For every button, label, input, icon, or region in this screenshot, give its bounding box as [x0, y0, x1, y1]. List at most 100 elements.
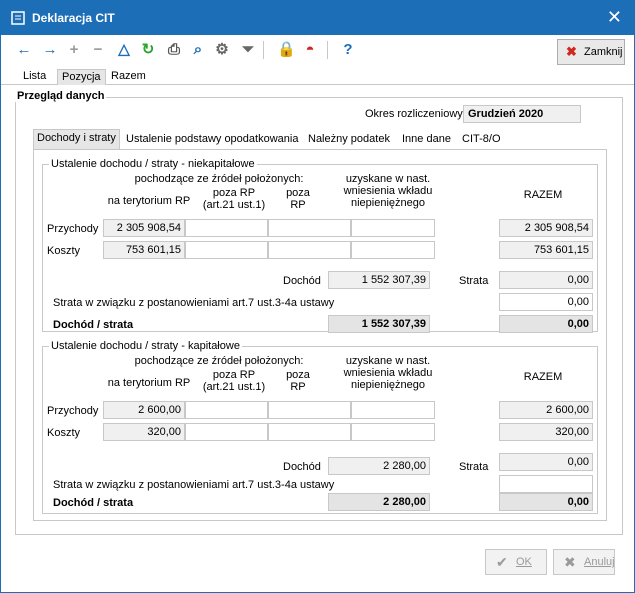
income-loss-field[interactable]: 1 552 307,39: [328, 315, 430, 333]
brush-icon[interactable]: ◓: [301, 41, 319, 59]
inner-tabs: Dochody i straty Ustalenie podstawy opod…: [33, 129, 515, 149]
overview-title: Przegląd danych: [15, 90, 107, 102]
toolbar-separator: [327, 41, 328, 59]
search-icon[interactable]: ⌕: [189, 41, 207, 59]
dialog-window: Deklaracja CIT ✕ ← → + − △ ↻ ⎙ ⌕ ⚙ ⏷ 🔒 ◓…: [0, 0, 635, 593]
filter-icon[interactable]: ⏷: [239, 41, 257, 59]
revenue-total-field[interactable]: 2 305 908,54: [499, 219, 593, 237]
tab-page-dochody: Ustalenie dochodu / straty - niekapitało…: [33, 149, 607, 521]
revenue-abroad-art21-field[interactable]: [185, 219, 268, 237]
income-field[interactable]: 1 552 307,39: [328, 271, 430, 289]
header-abroad-art21: poza RP (art.21 ust.1): [202, 187, 266, 211]
revenue-total-field[interactable]: 2 600,00: [499, 401, 593, 419]
close-button-label: Zamknij: [584, 46, 623, 58]
arrow-left-icon[interactable]: ←: [15, 41, 33, 59]
revenue-contribution-field[interactable]: [351, 401, 435, 419]
costs-total-field[interactable]: 320,00: [499, 423, 593, 441]
help-icon[interactable]: ?: [339, 41, 357, 59]
close-icon[interactable]: ✕: [607, 7, 622, 27]
arrow-right-icon[interactable]: →: [41, 41, 59, 59]
revenue-domestic-field[interactable]: 2 305 908,54: [103, 219, 185, 237]
header-contribution: uzyskane w nast. wniesienia wkładu niepi…: [343, 173, 433, 209]
loss-art7-label: Strata w związku z postanowieniami art.7…: [53, 297, 335, 309]
loss-field[interactable]: 0,00: [499, 271, 593, 289]
revenue-abroad-field[interactable]: [268, 219, 351, 237]
section-niekapitalowe: Ustalenie dochodu / straty - niekapitało…: [42, 158, 598, 333]
ok-button-label: OK: [516, 556, 532, 568]
revenue-label: Przychody: [47, 405, 99, 417]
section-kapitalowe: Ustalenie dochodu / straty - kapitałowe …: [42, 340, 598, 514]
costs-domestic-field[interactable]: 753 601,15: [103, 241, 185, 259]
revenue-abroad-art21-field[interactable]: [185, 401, 268, 419]
minus-icon[interactable]: −: [89, 41, 107, 59]
loss-art7-field[interactable]: [499, 475, 593, 493]
header-domestic: na terytorium RP: [107, 195, 191, 207]
income-loss-label: Dochód / strata: [53, 497, 134, 509]
tab-dochody-i-straty[interactable]: Dochody i straty: [33, 129, 120, 149]
header-contribution: uzyskane w nast. wniesienia wkładu niepi…: [343, 355, 433, 391]
header-domestic: na terytorium RP: [107, 377, 191, 389]
triangle-icon[interactable]: △: [115, 41, 133, 59]
refresh-icon[interactable]: ↻: [139, 41, 157, 59]
tab-razem[interactable]: Razem: [107, 69, 150, 85]
income-label: Dochód: [283, 461, 321, 473]
tab-nalezny-podatek[interactable]: Należny podatek: [305, 131, 393, 149]
tab-lista[interactable]: Lista: [19, 69, 50, 85]
top-tabs: Lista Pozycja Razem: [1, 67, 634, 85]
loss-label: Strata: [459, 275, 489, 287]
revenue-contribution-field[interactable]: [351, 219, 435, 237]
costs-abroad-field[interactable]: [268, 241, 351, 259]
app-icon: [11, 11, 25, 25]
section-title: Ustalenie dochodu / straty - kapitałowe: [49, 340, 242, 352]
tab-pozycja[interactable]: Pozycja: [57, 69, 106, 85]
cancel-x-icon: ✖: [564, 554, 576, 570]
toolbar: ← → + − △ ↻ ⎙ ⌕ ⚙ ⏷ 🔒 ◓ ?: [1, 35, 634, 65]
income-loss-label: Dochód / strata: [53, 319, 134, 331]
loss-label: Strata: [459, 461, 489, 473]
content-area: Przegląd danych Okres rozliczeniowy Grud…: [7, 87, 629, 547]
period-field[interactable]: Grudzień 2020: [463, 105, 581, 123]
costs-abroad-art21-field[interactable]: [185, 241, 268, 259]
close-button[interactable]: ✖ Zamknij: [557, 39, 625, 65]
revenue-domestic-field[interactable]: 2 600,00: [103, 401, 185, 419]
period-label: Okres rozliczeniowy: [365, 108, 463, 120]
header-source-group: pochodzące ze źródeł położonych:: [134, 173, 304, 185]
tab-ustalenie-podstawy[interactable]: Ustalenie podstawy opodatkowania: [123, 131, 301, 149]
cancel-button-label: Anuluj: [584, 556, 615, 568]
header-total: RAZEM: [523, 371, 563, 383]
costs-label: Koszty: [47, 245, 81, 257]
close-x-icon: ✖: [566, 44, 577, 59]
tab-inne-dane[interactable]: Inne dane: [399, 131, 454, 149]
tab-cit8o[interactable]: CIT-8/O: [459, 131, 504, 149]
income-label: Dochód: [283, 275, 321, 287]
costs-contribution-field[interactable]: [351, 241, 435, 259]
toolbar-separator: [263, 41, 264, 59]
header-total: RAZEM: [523, 189, 563, 201]
revenue-abroad-field[interactable]: [268, 401, 351, 419]
ok-button[interactable]: ✔ OK: [485, 549, 547, 575]
income-loss-total-field[interactable]: 0,00: [499, 315, 593, 333]
income-loss-field[interactable]: 2 280,00: [328, 493, 430, 511]
income-field[interactable]: 2 280,00: [328, 457, 430, 475]
loss-art7-label: Strata w związku z postanowieniami art.7…: [53, 479, 335, 491]
costs-domestic-field[interactable]: 320,00: [103, 423, 185, 441]
costs-abroad-art21-field[interactable]: [185, 423, 268, 441]
check-icon: ✔: [496, 554, 508, 570]
revenue-label: Przychody: [47, 223, 99, 235]
header-abroad-art21: poza RP (art.21 ust.1): [202, 369, 266, 393]
loss-art7-field[interactable]: 0,00: [499, 293, 593, 311]
window-title: Deklaracja CIT: [32, 11, 115, 25]
income-loss-total-field[interactable]: 0,00: [499, 493, 593, 511]
lock-icon[interactable]: 🔒: [277, 41, 296, 59]
settings-icon[interactable]: ⚙: [213, 41, 231, 59]
print-icon[interactable]: ⎙: [165, 41, 183, 59]
costs-total-field[interactable]: 753 601,15: [499, 241, 593, 259]
cancel-button[interactable]: ✖ Anuluj: [553, 549, 615, 575]
plus-icon[interactable]: +: [65, 41, 83, 59]
costs-contribution-field[interactable]: [351, 423, 435, 441]
section-title: Ustalenie dochodu / straty - niekapitało…: [49, 158, 257, 170]
loss-field[interactable]: 0,00: [499, 453, 593, 471]
costs-label: Koszty: [47, 427, 81, 439]
header-abroad: poza RP: [286, 187, 310, 211]
costs-abroad-field[interactable]: [268, 423, 351, 441]
